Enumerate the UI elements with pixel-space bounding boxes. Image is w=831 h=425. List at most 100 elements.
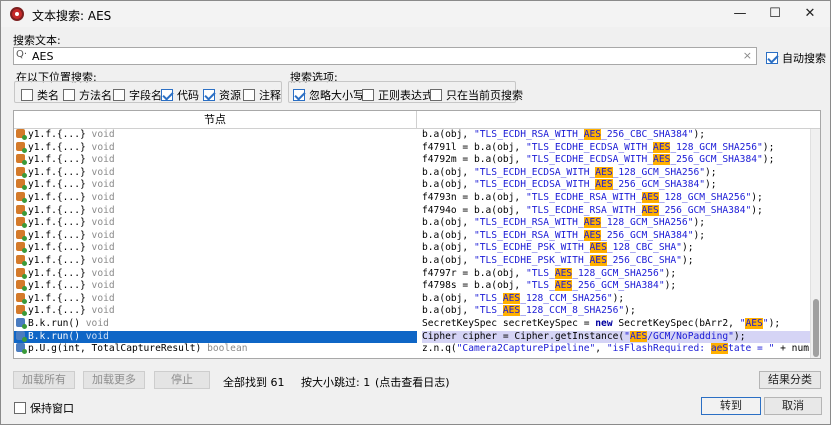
checkbox-checked-icon[interactable]	[161, 89, 173, 101]
scrollbar-thumb[interactable]	[813, 299, 819, 357]
option-field-name[interactable]: 字段名	[113, 87, 162, 103]
method-icon	[16, 343, 27, 355]
code-cell[interactable]: b.a(obj, "TLS_ECDH_ECDSA_WITH_AES_256_GC…	[422, 179, 810, 192]
keep-window-checkbox[interactable]: 保持窗口	[14, 400, 74, 416]
option-regex[interactable]: 正则表达式	[362, 87, 433, 103]
code-cell[interactable]: f4792m = b.a(obj, "TLS_ECDHE_ECDSA_WITH_…	[422, 154, 810, 167]
load-all-button[interactable]: 加载所有	[13, 371, 75, 389]
table-row[interactable]: B.k.run() void Cipher cipher = Cipher.get…	[14, 330, 810, 344]
clear-search-icon[interactable]: ×	[743, 49, 752, 62]
table-row[interactable]: y1.f.{...} void b.a(obj, "TLS_ECDHE_PSK_W…	[14, 254, 810, 268]
table-row[interactable]: y1.f.{...} void f4791l = b.a(obj, "TLS_EC…	[14, 141, 810, 155]
checkbox-icon[interactable]	[63, 89, 75, 101]
code-cell[interactable]: b.a(obj, "TLS_ECDHE_PSK_WITH_AES_256_CBC…	[422, 254, 810, 268]
table-row[interactable]: y1.f.{...} void b.a(obj, "TLS_ECDH_ECDSA_…	[14, 166, 810, 180]
table-row[interactable]: y1.f.{...} void f4798s = b.a(obj, "TLS_AE…	[14, 280, 810, 293]
option-class-name[interactable]: 类名	[21, 87, 59, 103]
node-return-type: void	[91, 280, 115, 292]
table-row[interactable]: y1.f.{...} void f4794o = b.a(obj, "TLS_EC…	[14, 204, 810, 218]
table-row[interactable]: y1.f.{...} void b.a(obj, "TLS_ECDHE_PSK_W…	[14, 242, 810, 255]
close-button[interactable]: ✕	[793, 1, 827, 27]
node-cell[interactable]: y1.f.{...} void	[14, 129, 417, 142]
option-ignore-case[interactable]: 忽略大小写	[293, 87, 364, 103]
load-more-button[interactable]: 加载更多	[83, 371, 145, 389]
code-cell[interactable]: f4794o = b.a(obj, "TLS_ECDHE_RSA_WITH_AE…	[422, 204, 810, 218]
method-icon	[16, 280, 27, 292]
checkbox-icon[interactable]	[362, 89, 374, 101]
auto-search-checkbox[interactable]: 自动搜索	[766, 50, 826, 66]
table-row[interactable]: y1.f.{...} void f4792m = b.a(obj, "TLS_EC…	[14, 154, 810, 167]
match-highlight: AES	[745, 317, 763, 329]
node-cell[interactable]: y1.f.{...} void	[14, 154, 417, 167]
maximize-button[interactable]: ☐	[758, 1, 792, 27]
table-row[interactable]: y1.f.{...} void f4793n = b.a(obj, "TLS_EC…	[14, 191, 810, 205]
goto-button[interactable]: 转到	[701, 397, 761, 415]
table-row[interactable]: y1.f.{...} void b.a(obj, "TLS_ECDH_RSA_WI…	[14, 229, 810, 243]
checkbox-checked-icon[interactable]	[293, 89, 305, 101]
code-cell[interactable]: Cipher cipher = Cipher.getInstance("AES/…	[422, 330, 810, 344]
option-label: 方法名	[79, 89, 112, 102]
table-row[interactable]: p.U.g(int, TotalCaptureResult) boolean z.…	[14, 343, 810, 356]
code-cell[interactable]: f4791l = b.a(obj, "TLS_ECDHE_ECDSA_WITH_…	[422, 141, 810, 155]
search-field[interactable]: Q· ×	[13, 47, 757, 65]
code-cell[interactable]: f4797r = b.a(obj, "TLS_AES_128_GCM_SHA25…	[422, 267, 810, 281]
node-cell[interactable]: y1.f.{...} void	[14, 204, 417, 218]
option-current-page-only[interactable]: 只在当前页搜索	[430, 87, 523, 103]
code-cell[interactable]: b.a(obj, "TLS_ECDH_RSA_WITH_AES_256_CBC_…	[422, 129, 810, 142]
checkbox-icon[interactable]	[14, 402, 26, 414]
auto-search-check-icon[interactable]	[766, 52, 778, 64]
table-row[interactable]: y1.f.{...} void b.a(obj, "TLS_AES_128_CCM…	[14, 305, 810, 318]
view-log-link[interactable]: (点击查看日志)	[375, 374, 450, 390]
table-row[interactable]: y1.f.{...} void b.a(obj, "TLS_ECDH_ECDSA_…	[14, 179, 810, 192]
table-row[interactable]: y1.f.{...} void b.a(obj, "TLS_AES_128_CCM…	[14, 292, 810, 306]
table-row[interactable]: y1.f.{...} void b.a(obj, "TLS_ECDH_RSA_WI…	[14, 129, 810, 142]
search-input[interactable]	[32, 48, 732, 64]
node-cell[interactable]: y1.f.{...} void	[14, 179, 417, 192]
table-row[interactable]: y1.f.{...} void b.a(obj, "TLS_ECDH_RSA_WI…	[14, 217, 810, 230]
checkbox-icon[interactable]	[243, 89, 255, 101]
node-cell[interactable]: y1.f.{...} void	[14, 254, 417, 268]
node-cell[interactable]: y1.f.{...} void	[14, 242, 417, 255]
code-cell[interactable]: f4798s = b.a(obj, "TLS_AES_256_GCM_SHA38…	[422, 280, 810, 293]
table-row[interactable]: B.k.run() void SecretKeySpec secretKeySpe…	[14, 317, 810, 331]
checkbox-checked-icon[interactable]	[203, 89, 215, 101]
minimize-button[interactable]: —	[723, 1, 757, 27]
node-cell[interactable]: y1.f.{...} void	[14, 267, 417, 281]
vertical-scrollbar[interactable]	[810, 129, 820, 358]
code-cell[interactable]: SecretKeySpec secretKeySpec = new Secret…	[422, 317, 810, 331]
column-header-node[interactable]: 节点	[14, 111, 417, 129]
node-cell[interactable]: y1.f.{...} void	[14, 305, 417, 318]
code-cell[interactable]: b.a(obj, "TLS_ECDH_RSA_WITH_AES_256_GCM_…	[422, 229, 810, 243]
code-cell[interactable]: f4793n = b.a(obj, "TLS_ECDHE_RSA_WITH_AE…	[422, 191, 810, 205]
node-cell[interactable]: y1.f.{...} void	[14, 191, 417, 205]
code-cell[interactable]: b.a(obj, "TLS_ECDH_ECDSA_WITH_AES_128_GC…	[422, 166, 810, 180]
method-icon	[16, 229, 27, 241]
search-text-label: 搜索文本:	[13, 34, 61, 47]
code-cell[interactable]: b.a(obj, "TLS_AES_128_CCM_SHA256");	[422, 292, 810, 306]
option-resources[interactable]: 资源	[203, 87, 241, 103]
option-code[interactable]: 代码	[161, 87, 199, 103]
node-cell[interactable]: y1.f.{...} void	[14, 229, 417, 243]
code-cell[interactable]: b.a(obj, "TLS_AES_128_CCM_8_SHA256");	[422, 305, 810, 318]
node-cell[interactable]: p.U.g(int, TotalCaptureResult) boolean	[14, 343, 417, 356]
option-method-name[interactable]: 方法名	[63, 87, 112, 103]
stop-button[interactable]: 停止	[154, 371, 210, 389]
node-cell[interactable]: B.k.run() void	[14, 317, 417, 331]
node-cell[interactable]: y1.f.{...} void	[14, 292, 417, 306]
checkbox-icon[interactable]	[21, 89, 33, 101]
code-cell[interactable]: b.a(obj, "TLS_ECDHE_PSK_WITH_AES_128_CBC…	[422, 242, 810, 255]
node-cell[interactable]: y1.f.{...} void	[14, 280, 417, 293]
node-cell[interactable]: y1.f.{...} void	[14, 141, 417, 155]
node-cell[interactable]: y1.f.{...} void	[14, 217, 417, 230]
checkbox-icon[interactable]	[430, 89, 442, 101]
code-cell[interactable]: b.a(obj, "TLS_ECDH_RSA_WITH_AES_128_GCM_…	[422, 217, 810, 230]
option-comments[interactable]: 注释	[243, 87, 281, 103]
code-cell[interactable]: z.n.q("Camera2CapturePipeline", "isFlash…	[422, 343, 810, 356]
group-results-button[interactable]: 结果分类	[759, 371, 821, 389]
table-row[interactable]: y1.f.{...} void f4797r = b.a(obj, "TLS_AE…	[14, 267, 810, 281]
node-cell[interactable]: B.k.run() void	[14, 330, 417, 344]
cancel-button[interactable]: 取消	[764, 397, 822, 415]
node-return-type: void	[91, 292, 115, 304]
checkbox-icon[interactable]	[113, 89, 125, 101]
node-cell[interactable]: y1.f.{...} void	[14, 166, 417, 180]
